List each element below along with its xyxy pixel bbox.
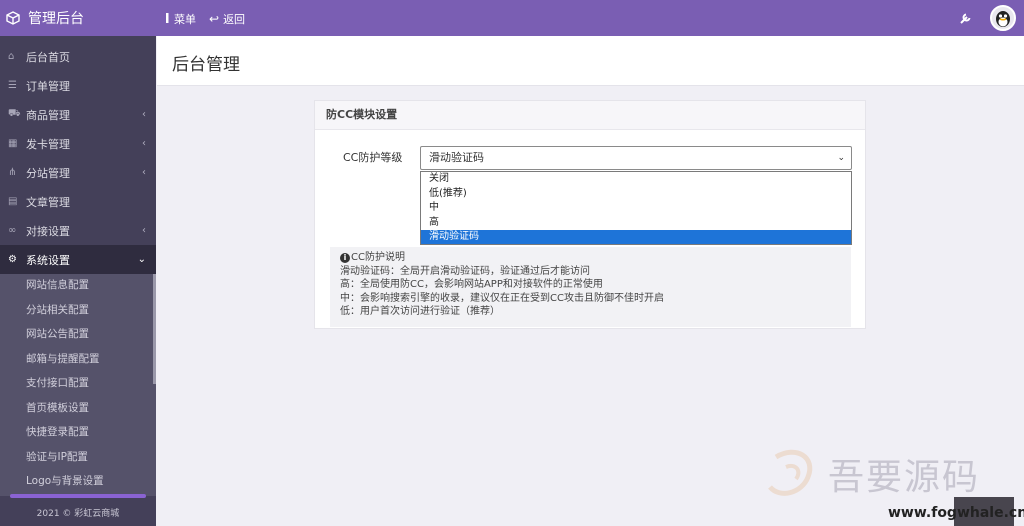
home-icon: ⌂ [8,51,15,62]
sidebar-item-orders[interactable]: ☰ 订单管理 [0,71,156,100]
cc-level-select[interactable]: 滑动验证码 ⌄ [420,146,852,170]
sidebar-item-label: 商品管理 [26,108,70,122]
sidebar-item-home[interactable]: ⌂ 后台首页 [0,42,156,71]
submenu-item-template[interactable]: 首页模板设置 [26,397,89,419]
menu-label: 菜单 [174,13,196,26]
option-off[interactable]: 关闭 [421,172,851,186]
sidebar-item-cards[interactable]: ▦ 发卡管理 ‹ [0,129,156,158]
sidebar-item-label: 订单管理 [26,79,70,93]
system-submenu: 网站信息配置 分站相关配置 网站公告配置 邮箱与提醒配置 支付接口配置 首页模板… [0,274,156,496]
watermark-url: www.fogwhale.cn [888,505,1024,521]
sidebar-item-system[interactable]: ⚙ 系统设置 ⌄ [0,245,156,274]
notice-line: 滑动验证码：全局开启滑动验证码，验证通过后才能访问 [340,265,590,277]
notice-line: 中：会影响搜索引擎的收录，建议仅在正在受到CC攻击且防御不佳时开启 [340,292,664,304]
book-icon: ▤ [8,196,18,207]
sitemap-icon: ⋔ [8,167,17,178]
chevron-down-icon: ⌄ [837,153,845,163]
cube-icon [6,11,20,25]
brand-title: 管理后台 [28,11,84,27]
submenu-item-announcement[interactable]: 网站公告配置 [26,323,89,345]
submenu-item-substation[interactable]: 分站相关配置 [26,299,89,321]
sidebar-divider [10,494,146,498]
brand[interactable]: 管理后台 [0,0,156,36]
list-icon: ☰ [8,80,17,91]
submenu-item-quick-login[interactable]: 快捷登录配置 [26,421,89,443]
reply-icon: ↩ [209,12,220,26]
submenu-item-logo[interactable]: Logo与背景设置 [26,470,104,492]
bars-icon [166,12,169,26]
sidebar-item-articles[interactable]: ▤ 文章管理 [0,187,156,216]
submenu-item-site-info[interactable]: 网站信息配置 [26,274,89,296]
option-medium[interactable]: 中 [421,201,851,215]
link-icon: ∞ [8,225,17,236]
chevron-down-icon: ⌄ [137,254,146,265]
chevron-left-icon: ‹ [142,138,146,149]
page-title: 后台管理 [172,55,240,75]
gear-icon: ⚙ [8,254,17,265]
sidebar-item-label: 系统设置 [26,253,70,267]
select-value: 滑动验证码 [429,151,484,164]
cc-notice: i CC防护说明 滑动验证码：全局开启滑动验证码，验证通过后才能访问 高：全局使… [330,247,851,327]
option-low[interactable]: 低(推荐) [421,187,851,201]
sidebar-scrollbar[interactable] [153,274,156,384]
sidebar-item-substations[interactable]: ⋔ 分站管理 ‹ [0,158,156,187]
chevron-left-icon: ‹ [142,167,146,178]
notice-line: 高：全局使用防CC，会影响网站APP和对接软件的正常使用 [340,279,603,291]
submenu-item-email[interactable]: 邮箱与提醒配置 [26,348,100,370]
info-icon: i [340,252,350,263]
option-slide-captcha[interactable]: 滑动验证码 [421,230,851,244]
chevron-left-icon: ‹ [142,109,146,120]
notice-title: CC防护说明 [351,252,405,263]
cart-icon: ⛟ [8,108,21,119]
back-label: 返回 [223,13,246,26]
sidebar-item-integration[interactable]: ∞ 对接设置 ‹ [0,216,156,245]
sidebar-item-label: 发卡管理 [26,137,70,151]
top-navbar: 管理后台 菜单 ↩ 返回 [0,0,1024,36]
watermark-text: 吾要源码 [828,457,981,498]
sidebar-item-label: 文章管理 [26,195,70,209]
back-button[interactable]: ↩ 返回 [209,11,245,27]
sidebar-item-label: 分站管理 [26,166,70,180]
avatar[interactable] [990,5,1016,31]
page-header: 后台管理 [157,36,1024,86]
watermark-logo-icon [768,449,813,496]
sidebar-footer: 2021 © 彩虹云商城 [36,509,120,519]
option-high[interactable]: 高 [421,216,851,230]
grid-icon: ▦ [8,138,18,149]
chevron-left-icon: ‹ [142,225,146,236]
submenu-item-payment[interactable]: 支付接口配置 [26,372,89,394]
sidebar-item-label: 对接设置 [26,224,70,238]
menu-toggle-button[interactable]: 菜单 [166,11,196,27]
cc-level-label: CC防护等级 [343,151,403,164]
notice-line: 低：用户首次访问进行验证（推荐） [340,306,500,318]
sidebar-item-label: 后台首页 [26,50,70,64]
cc-level-dropdown: 关闭 低(推荐) 中 高 滑动验证码 [420,171,852,245]
card-title: 防CC模块设置 [315,101,865,130]
sidebar: ⌂ 后台首页 ☰ 订单管理 ⛟ 商品管理 ‹ ▦ 发卡管理 ‹ ⋔ 分站管理 ‹… [0,36,156,526]
cc-settings-card: 防CC模块设置 CC防护等级 滑动验证码 ⌄ 关闭 低(推荐) 中 高 滑动验证… [314,100,866,329]
submenu-item-verification[interactable]: 验证与IP配置 [26,446,88,468]
wrench-icon[interactable] [960,11,973,28]
sidebar-item-products[interactable]: ⛟ 商品管理 ‹ [0,100,156,129]
